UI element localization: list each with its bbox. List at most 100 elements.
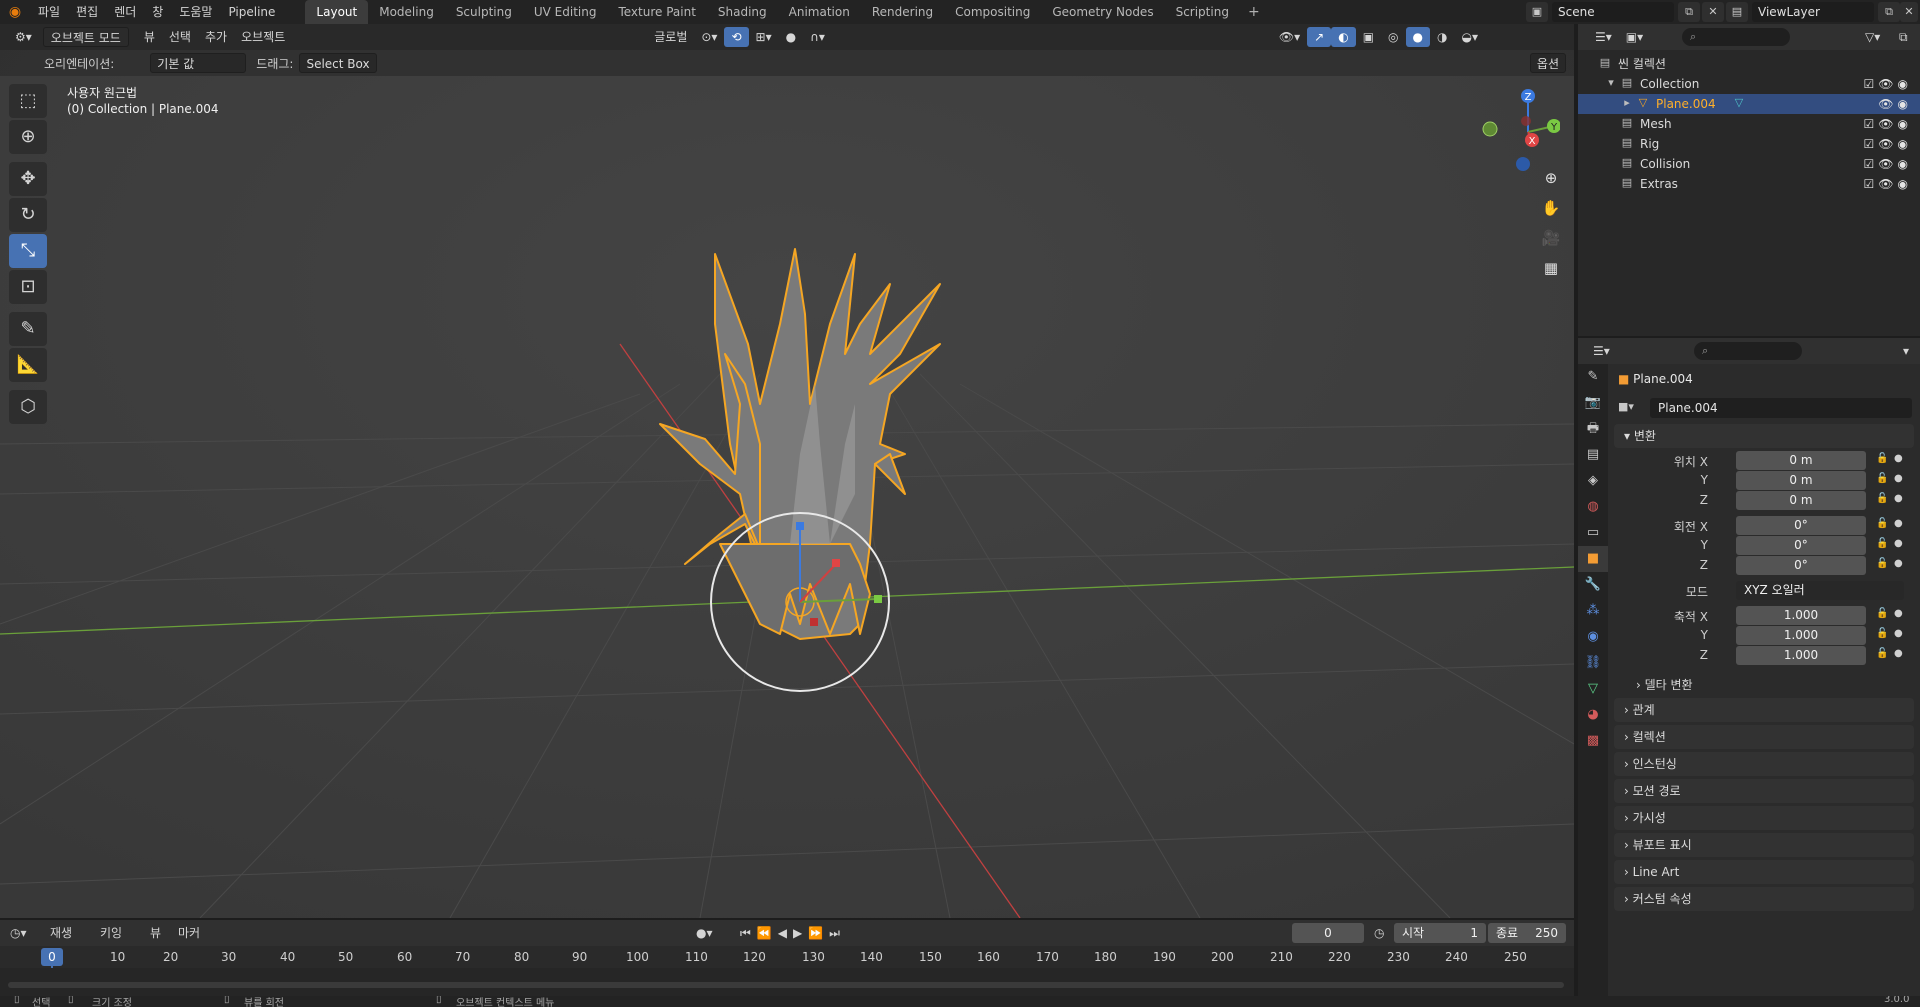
keyframe-dot-icon[interactable]: ● bbox=[1894, 538, 1903, 549]
outliner-row-plane[interactable]: ▸ ▽ Plane.004 ▽ 👁◉ bbox=[1578, 94, 1920, 114]
start-frame-field[interactable]: 시작 1 bbox=[1394, 923, 1486, 943]
menu-render[interactable]: 렌더 bbox=[106, 0, 144, 24]
view-layer-tab-icon[interactable]: ▤ bbox=[1578, 442, 1608, 468]
keyframe-dot-icon[interactable]: ● bbox=[1894, 493, 1903, 504]
tab-shading[interactable]: Shading bbox=[707, 0, 778, 24]
location-y-field[interactable]: 0 m bbox=[1736, 471, 1866, 490]
falloff-icon[interactable]: ∩▾ bbox=[803, 27, 832, 47]
xray-toggle-icon[interactable]: ▣ bbox=[1356, 27, 1381, 47]
visibility-icon[interactable]: 👁▾ bbox=[1272, 27, 1307, 47]
material-shading-icon[interactable]: ◑ bbox=[1430, 27, 1454, 47]
end-frame-field[interactable]: 종료 250 bbox=[1488, 923, 1566, 943]
annotate-tool-icon[interactable]: ✎ bbox=[9, 312, 47, 346]
collection-tab-icon[interactable]: ▭ bbox=[1578, 520, 1608, 546]
tool-tab-icon[interactable]: ✎ bbox=[1578, 364, 1608, 390]
tab-sculpting[interactable]: Sculpting bbox=[445, 0, 523, 24]
lock-icon[interactable]: 🔓 bbox=[1876, 518, 1888, 529]
lock-icon[interactable]: 🔓 bbox=[1876, 538, 1888, 549]
delta-transform-subpanel[interactable]: › 델타 변환 bbox=[1636, 676, 1693, 693]
scene-tab-icon[interactable]: ◈ bbox=[1578, 468, 1608, 494]
visibility-toggles[interactable]: 👁◉ bbox=[1863, 94, 1912, 114]
preview-range-icon[interactable]: ◷ bbox=[1374, 923, 1384, 943]
tab-rendering[interactable]: Rendering bbox=[861, 0, 944, 24]
mesh-data-icon[interactable]: ▽ bbox=[1732, 96, 1746, 110]
keyframe-dot-icon[interactable]: ● bbox=[1894, 453, 1903, 464]
outliner-row-mesh[interactable]: ▤ Mesh ☑👁◉ bbox=[1578, 114, 1920, 134]
keying-menu[interactable]: 키잉 bbox=[100, 923, 122, 943]
visibility-toggles[interactable]: ☑👁◉ bbox=[1864, 74, 1912, 94]
object-tab-icon[interactable]: ■ bbox=[1578, 546, 1608, 572]
keyframe-dot-icon[interactable]: ● bbox=[1894, 648, 1903, 659]
outliner-row-extras[interactable]: ▤ Extras ☑👁◉ bbox=[1578, 174, 1920, 194]
object-mode-dropdown[interactable]: 오브젝트 모드 bbox=[42, 27, 129, 47]
current-frame-field[interactable]: 0 bbox=[1292, 923, 1364, 943]
tab-layout[interactable]: Layout bbox=[305, 0, 369, 24]
blender-logo-icon[interactable]: ◉ bbox=[0, 0, 30, 24]
timeline-ruler[interactable]: 10 20 30 40 50 60 70 80 90 100 110 120 1… bbox=[0, 946, 1574, 968]
camera-view-icon[interactable]: 🎥 bbox=[1537, 224, 1565, 252]
scale-z-field[interactable]: 1.000 bbox=[1736, 646, 1866, 665]
texture-tab-icon[interactable]: ▩ bbox=[1578, 728, 1608, 754]
snap-target-icon[interactable]: ⊞▾ bbox=[749, 27, 779, 47]
delete-view-layer-icon[interactable]: ✕ bbox=[1900, 2, 1918, 22]
lock-icon[interactable]: 🔓 bbox=[1876, 628, 1888, 639]
add-menu[interactable]: 추가 bbox=[198, 27, 234, 47]
select-box-tool-icon[interactable]: ⬚ bbox=[9, 84, 47, 118]
rotate-tool-icon[interactable]: ↻ bbox=[9, 198, 47, 232]
tab-animation[interactable]: Animation bbox=[778, 0, 861, 24]
proportional-edit-icon[interactable]: ● bbox=[779, 27, 803, 47]
modifier-tab-icon[interactable]: 🔧 bbox=[1578, 572, 1608, 598]
wireframe-shading-icon[interactable]: ◎ bbox=[1381, 27, 1405, 47]
ortho-grid-icon[interactable]: ▦ bbox=[1537, 254, 1565, 282]
properties-options-icon[interactable]: ▾ bbox=[1896, 341, 1916, 361]
playhead-frame-label[interactable]: 0 bbox=[41, 948, 63, 966]
custom-properties-panel-header[interactable]: › 커스텀 속성 bbox=[1614, 887, 1914, 911]
viewport-display-panel-header[interactable]: › 뷰포트 표시 bbox=[1614, 833, 1914, 857]
new-view-layer-icon[interactable]: ⧉ bbox=[1878, 2, 1900, 22]
rotation-z-field[interactable]: 0° bbox=[1736, 556, 1866, 575]
world-tab-icon[interactable]: ◍ bbox=[1578, 494, 1608, 520]
view-layer-field[interactable]: ViewLayer bbox=[1752, 2, 1874, 22]
transform-panel-header[interactable]: ▾ 변환 bbox=[1614, 424, 1914, 448]
timeline-view-menu[interactable]: 뷰 bbox=[150, 923, 161, 943]
visibility-toggles[interactable]: ☑👁◉ bbox=[1864, 114, 1912, 134]
motion-paths-panel-header[interactable]: › 모션 경로 bbox=[1614, 779, 1914, 803]
scene-selector-icon[interactable]: ▣ bbox=[1526, 2, 1548, 22]
tab-compositing[interactable]: Compositing bbox=[944, 0, 1041, 24]
properties-editor-icon[interactable]: ☰▾ bbox=[1586, 341, 1617, 361]
snap-toggle-icon[interactable]: ⟲ bbox=[724, 27, 749, 47]
menu-help[interactable]: 도움말 bbox=[171, 0, 220, 24]
drag-dropdown[interactable]: Select Box bbox=[299, 53, 378, 73]
lock-icon[interactable]: 🔓 bbox=[1876, 473, 1888, 484]
playback-menu[interactable]: 재생 bbox=[50, 923, 72, 943]
orientation-dropdown[interactable]: 기본 값 bbox=[150, 53, 247, 73]
scale-tool-icon[interactable]: ⤡ bbox=[9, 234, 47, 268]
object-name-field[interactable]: Plane.004 bbox=[1650, 398, 1912, 418]
playback-controls[interactable]: ⏮⏪◀▶⏩⏭ bbox=[740, 923, 846, 943]
keyframe-dot-icon[interactable]: ● bbox=[1894, 608, 1903, 619]
solid-shading-icon[interactable]: ● bbox=[1405, 27, 1431, 47]
timeline-editor-icon[interactable]: ◷▾ bbox=[10, 923, 27, 943]
properties-search-input[interactable]: ⌕ bbox=[1694, 342, 1802, 360]
visibility-toggles[interactable]: ☑👁◉ bbox=[1864, 174, 1912, 194]
visibility-panel-header[interactable]: › 가시성 bbox=[1614, 806, 1914, 830]
visibility-toggles[interactable]: ☑👁◉ bbox=[1864, 134, 1912, 154]
outliner-row-rig[interactable]: ▤ Rig ☑👁◉ bbox=[1578, 134, 1920, 154]
outliner-row-collision[interactable]: ▤ Collision ☑👁◉ bbox=[1578, 154, 1920, 174]
new-scene-icon[interactable]: ⧉ bbox=[1678, 2, 1700, 22]
scale-y-field[interactable]: 1.000 bbox=[1736, 626, 1866, 645]
expand-arrow-icon[interactable]: ▾ bbox=[1604, 76, 1618, 90]
keyframe-dot-icon[interactable]: ● bbox=[1894, 558, 1903, 569]
zoom-icon[interactable]: ⊕ bbox=[1537, 164, 1565, 192]
overlay-toggle-icon[interactable]: ◐ bbox=[1331, 27, 1356, 47]
line-art-panel-header[interactable]: › Line Art bbox=[1614, 860, 1914, 884]
tab-scripting[interactable]: Scripting bbox=[1165, 0, 1240, 24]
collections-panel-header[interactable]: › 컬렉션 bbox=[1614, 725, 1914, 749]
object-type-icon[interactable]: ■▾ bbox=[1618, 400, 1634, 413]
expand-arrow-icon[interactable]: ▸ bbox=[1620, 96, 1634, 110]
menu-edit[interactable]: 편집 bbox=[68, 0, 106, 24]
options-dropdown[interactable]: 옵션 bbox=[1529, 53, 1566, 73]
delete-scene-icon[interactable]: ✕ bbox=[1702, 2, 1724, 22]
view-menu[interactable]: 뷰 bbox=[137, 27, 162, 47]
tab-geometry-nodes[interactable]: Geometry Nodes bbox=[1041, 0, 1164, 24]
